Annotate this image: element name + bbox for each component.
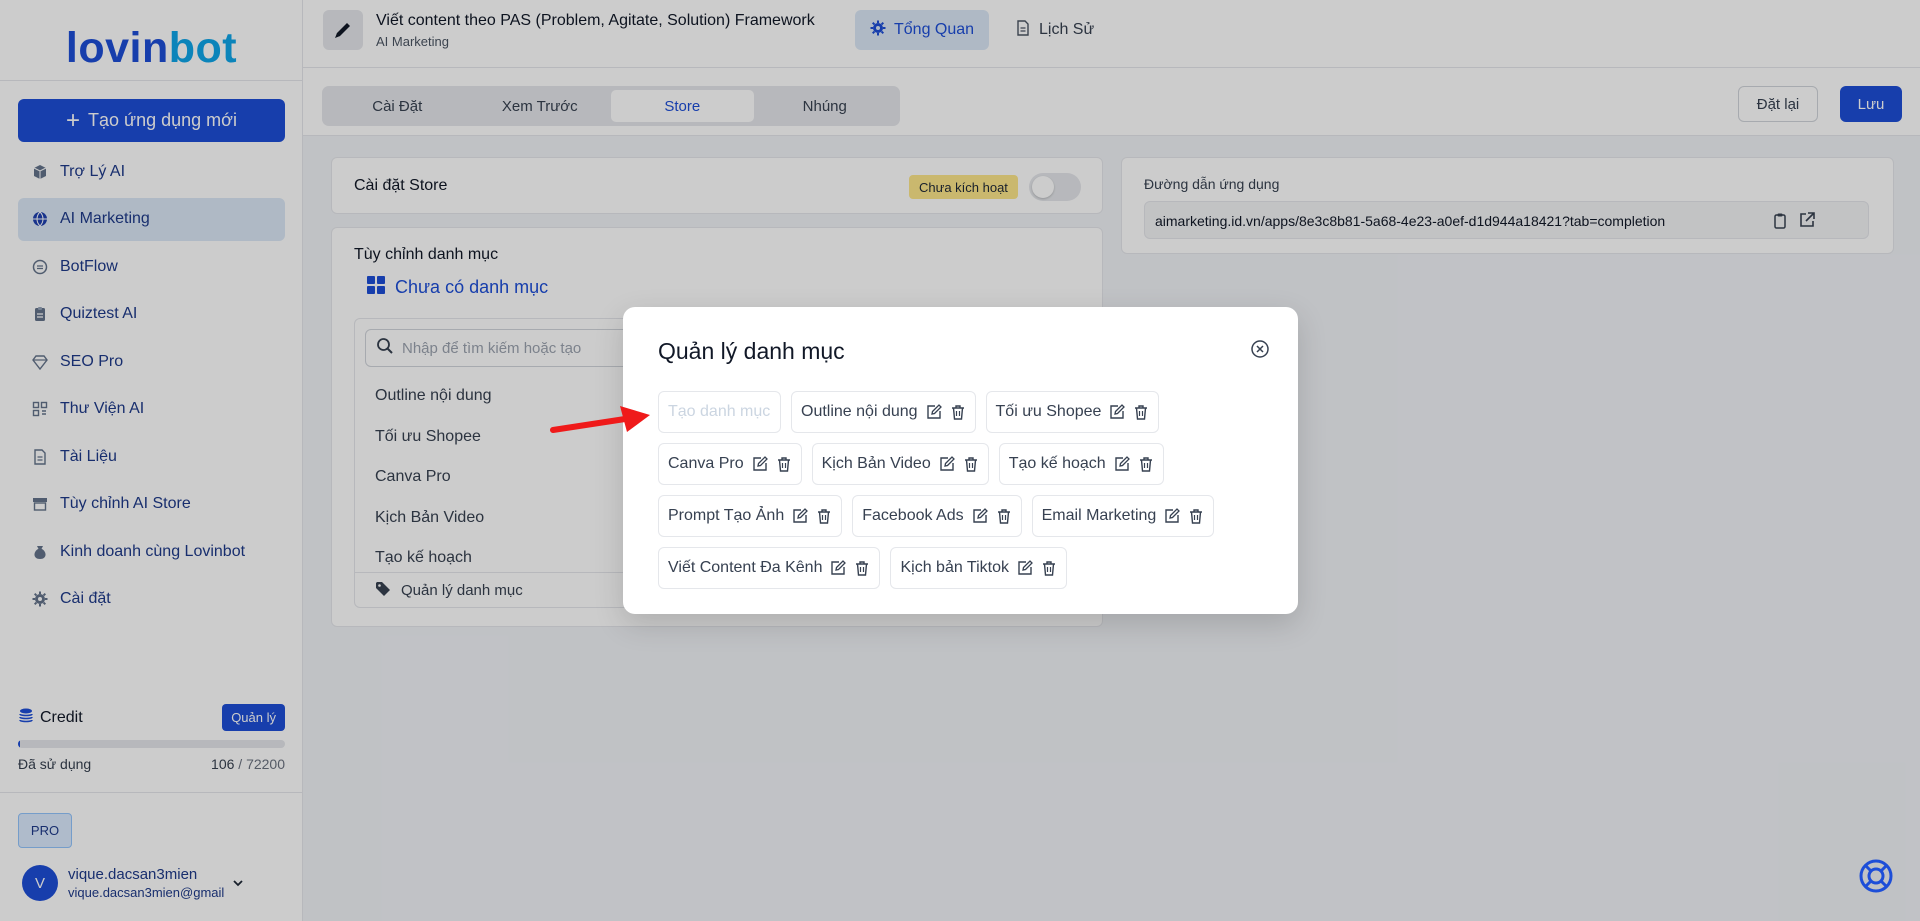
edit-icon[interactable] xyxy=(926,404,942,420)
edit-icon[interactable] xyxy=(972,508,988,524)
edit-icon[interactable] xyxy=(1114,456,1130,472)
help-lifebuoy-icon[interactable] xyxy=(1858,858,1894,894)
category-chips: Outline nội dung Tối ưu Shopee Canva Pro… xyxy=(658,391,1278,589)
manage-categories-modal: Quản lý danh mục Outline nội dung Tối ưu… xyxy=(623,307,1298,614)
category-chip: Outline nội dung xyxy=(791,391,976,433)
chip-label: Tối ưu Shopee xyxy=(995,403,1102,420)
category-chip: Kịch Bản Video xyxy=(811,443,989,485)
edit-icon[interactable] xyxy=(939,456,955,472)
trash-icon[interactable] xyxy=(963,456,979,472)
chip-label: Email Marketing xyxy=(1041,507,1157,524)
trash-icon[interactable] xyxy=(1138,456,1154,472)
category-chip: Kịch bản Tiktok xyxy=(890,547,1067,589)
category-chip: Viết Content Đa Kênh xyxy=(658,547,881,589)
chip-label: Prompt Tạo Ảnh xyxy=(668,507,785,524)
edit-icon[interactable] xyxy=(1109,404,1126,420)
annotation-arrow xyxy=(550,406,650,433)
trash-icon[interactable] xyxy=(776,456,792,472)
category-chip: Canva Pro xyxy=(658,443,802,485)
chip-label: Tạo kế hoạch xyxy=(1008,455,1106,472)
edit-icon[interactable] xyxy=(1017,560,1033,576)
edit-icon[interactable] xyxy=(830,560,847,576)
chip-label: Canva Pro xyxy=(668,455,744,472)
edit-icon[interactable] xyxy=(792,508,809,524)
chip-label: Viết Content Đa Kênh xyxy=(668,559,823,576)
edit-icon[interactable] xyxy=(1164,508,1181,524)
category-chip: Tối ưu Shopee xyxy=(985,391,1160,433)
chip-label: Kịch bản Tiktok xyxy=(900,559,1009,576)
trash-icon[interactable] xyxy=(854,560,870,576)
trash-icon[interactable] xyxy=(950,404,966,420)
close-icon[interactable] xyxy=(1250,339,1270,359)
new-category-input[interactable] xyxy=(658,391,781,433)
category-chip: Email Marketing xyxy=(1031,495,1215,537)
trash-icon[interactable] xyxy=(996,508,1012,524)
trash-icon[interactable] xyxy=(1133,404,1149,420)
trash-icon[interactable] xyxy=(1188,508,1204,524)
category-chip: Tạo kế hoạch xyxy=(998,443,1164,485)
chip-label: Kịch Bản Video xyxy=(821,455,931,472)
category-chip: Prompt Tạo Ảnh xyxy=(658,495,843,537)
chip-label: Outline nội dung xyxy=(801,403,918,420)
trash-icon[interactable] xyxy=(816,508,832,524)
modal-title: Quản lý danh mục xyxy=(658,338,845,364)
edit-icon[interactable] xyxy=(752,456,768,472)
chip-label: Facebook Ads xyxy=(862,507,964,524)
category-chip: Facebook Ads xyxy=(852,495,1022,537)
trash-icon[interactable] xyxy=(1041,560,1057,576)
